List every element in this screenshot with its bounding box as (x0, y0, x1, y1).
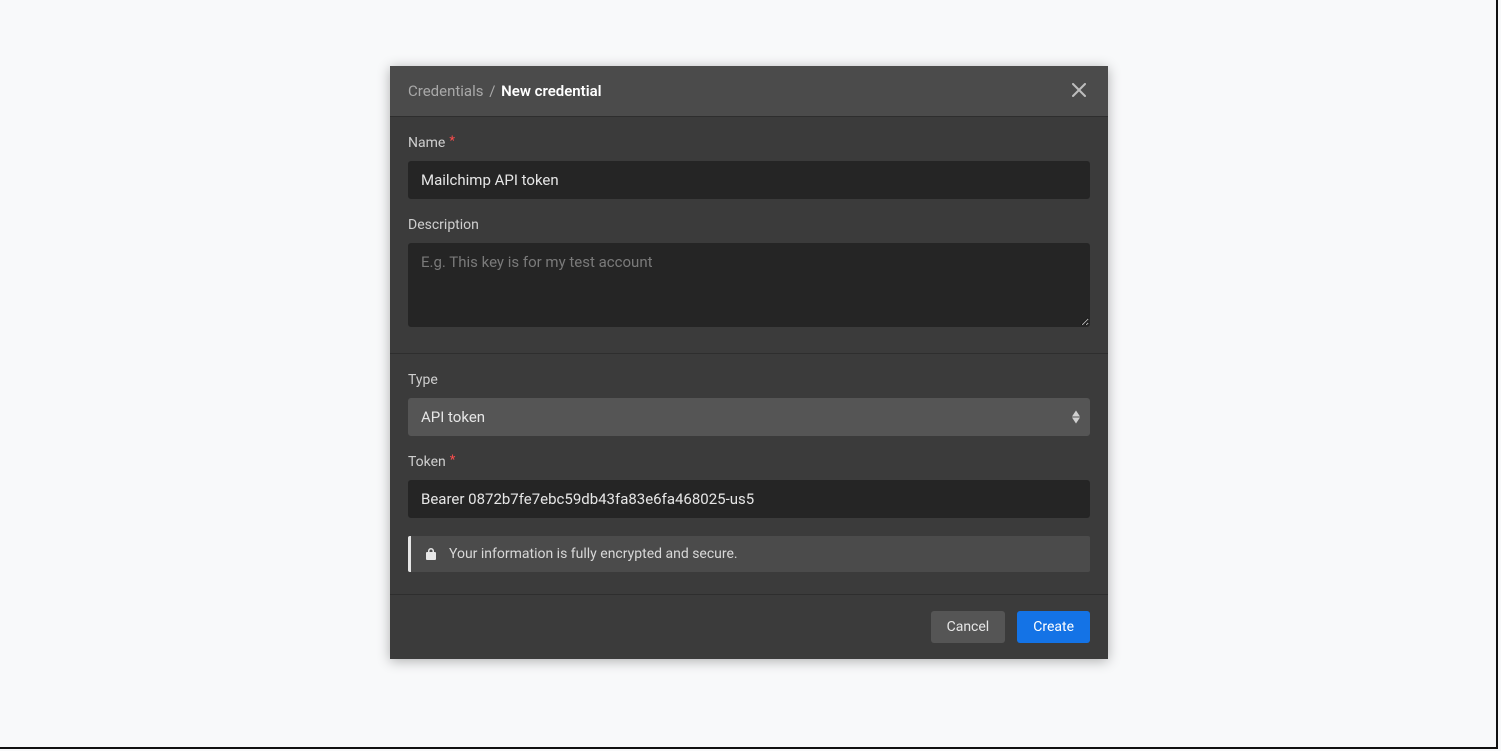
lock-icon (425, 547, 437, 561)
modal-footer: Cancel Create (390, 594, 1108, 659)
type-label: Type (408, 372, 1090, 388)
close-button[interactable] (1068, 80, 1090, 102)
name-label-text: Name (408, 135, 445, 151)
section-type: Type API token Token * (390, 354, 1108, 594)
name-input[interactable] (408, 161, 1090, 199)
section-basic: Name * Description (390, 117, 1108, 354)
field-name: Name * (408, 135, 1090, 199)
field-description: Description (408, 217, 1090, 331)
modal-body: Name * Description Type (390, 117, 1108, 594)
modal-header: Credentials / New credential (390, 66, 1108, 117)
encryption-message: Your information is fully encrypted and … (449, 546, 738, 562)
token-input[interactable] (408, 480, 1090, 518)
breadcrumb-parent: Credentials (408, 82, 483, 100)
close-icon (1072, 83, 1086, 100)
description-textarea[interactable] (408, 243, 1090, 327)
description-label: Description (408, 217, 1090, 233)
encryption-banner: Your information is fully encrypted and … (408, 536, 1090, 572)
breadcrumb-separator: / (489, 82, 495, 100)
field-type: Type API token (408, 372, 1090, 436)
credential-modal: Credentials / New credential Name * (390, 66, 1108, 659)
type-label-text: Type (408, 372, 438, 388)
create-button[interactable]: Create (1017, 611, 1090, 643)
page-title: New credential (501, 82, 601, 100)
required-marker-icon: * (450, 453, 456, 468)
name-label: Name * (408, 135, 1090, 151)
field-token: Token * (408, 454, 1090, 518)
token-label-text: Token (408, 454, 446, 470)
cancel-button[interactable]: Cancel (931, 611, 1006, 643)
token-label: Token * (408, 454, 1090, 470)
description-label-text: Description (408, 217, 479, 233)
required-marker-icon: * (449, 134, 455, 149)
type-select[interactable]: API token (408, 398, 1090, 436)
modal-title: Credentials / New credential (408, 82, 602, 100)
type-select-wrap: API token (408, 398, 1090, 436)
